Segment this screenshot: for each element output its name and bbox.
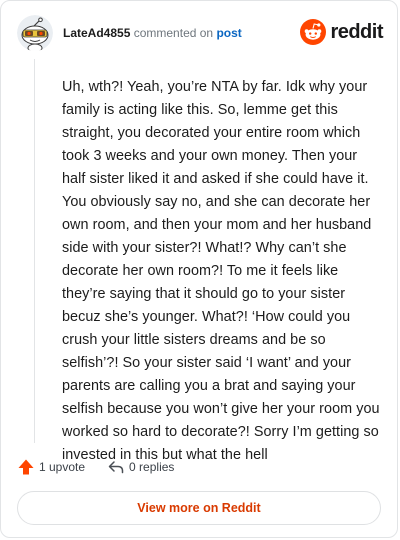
view-more-button[interactable]: View more on Reddit bbox=[17, 491, 381, 525]
reddit-wordmark: reddit bbox=[330, 20, 383, 43]
user-avatar[interactable] bbox=[17, 15, 53, 51]
reply-count: 0 replies bbox=[129, 460, 175, 474]
action-text: commented on bbox=[133, 26, 214, 40]
comment-meta: LateAd4855 commented on post bbox=[63, 25, 242, 41]
upvote-arrow-icon bbox=[17, 458, 35, 476]
comment-header: LateAd4855 commented on post reddit bbox=[17, 15, 383, 55]
reddit-logo[interactable]: reddit bbox=[300, 19, 383, 45]
upvote-button[interactable]: 1 upvote bbox=[17, 458, 85, 476]
post-link[interactable]: post bbox=[216, 26, 241, 40]
reddit-snoo-icon bbox=[300, 19, 327, 45]
reply-arrow-icon bbox=[107, 458, 125, 476]
thread-line bbox=[34, 59, 35, 443]
avatar-snoo-icon bbox=[17, 15, 53, 51]
username[interactable]: LateAd4855 bbox=[63, 26, 130, 40]
reply-button[interactable]: 0 replies bbox=[107, 458, 174, 476]
comment-card: LateAd4855 commented on post reddit Uh, … bbox=[0, 0, 398, 538]
comment-body: Uh, wth?! Yeah, you’re NTA by far. Idk w… bbox=[62, 79, 380, 463]
comment-actions: 1 upvote 0 replies bbox=[17, 457, 174, 477]
upvote-count: 1 upvote bbox=[39, 460, 86, 474]
